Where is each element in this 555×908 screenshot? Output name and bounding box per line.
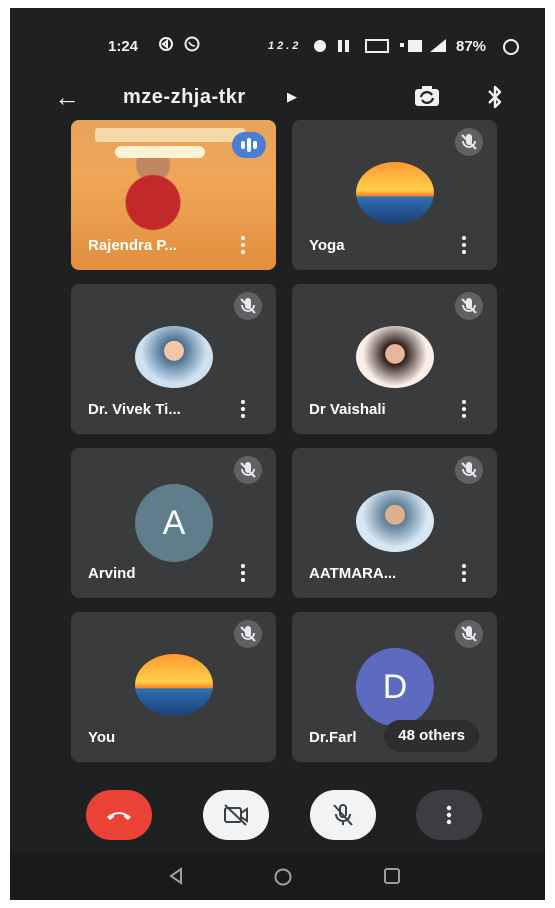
avatar xyxy=(356,490,434,552)
mic-off-icon xyxy=(234,456,262,484)
camera-toggle-button[interactable] xyxy=(203,790,269,840)
signal-icons xyxy=(314,38,447,53)
phone-screen: 1:24 12.2 87% ← mze-zhja-tkr ▶ Rajendra … xyxy=(10,8,545,900)
participant-name: Dr.Farl xyxy=(309,729,357,746)
status-app-icons xyxy=(158,36,204,56)
more-vertical-icon xyxy=(446,805,452,825)
phone-hangup-icon xyxy=(107,812,131,820)
participant-name: Rajendra P... xyxy=(88,237,177,254)
more-vertical-icon[interactable] xyxy=(461,236,467,256)
arrow-left-icon[interactable]: ← xyxy=(54,82,80,113)
more-vertical-icon[interactable] xyxy=(240,400,246,420)
more-vertical-icon[interactable] xyxy=(461,400,467,420)
speaking-indicator-icon xyxy=(232,132,266,158)
nav-back-icon[interactable] xyxy=(168,867,184,885)
others-count-chip[interactable]: 48 others xyxy=(384,720,479,752)
participant-tile-rajendra[interactable]: Rajendra P... xyxy=(71,120,276,270)
status-system-icons: 12.2 xyxy=(268,37,473,54)
participant-tile-vivek[interactable]: Dr. Vivek Ti... xyxy=(71,284,276,434)
camera-off-icon xyxy=(224,804,248,826)
mic-off-icon xyxy=(455,620,483,648)
status-time: 1:24 xyxy=(108,38,139,55)
avatar xyxy=(356,162,434,224)
avatar xyxy=(135,654,213,716)
nav-recents-icon[interactable] xyxy=(383,867,401,885)
more-vertical-icon[interactable] xyxy=(461,564,467,584)
participant-tile-arvind[interactable]: A Arvind xyxy=(71,448,276,598)
nav-home-icon[interactable] xyxy=(273,867,293,887)
status-bar: 1:24 12.2 87% xyxy=(10,8,545,76)
avatar: A xyxy=(135,484,213,562)
meeting-code[interactable]: mze-zhja-tkr xyxy=(123,86,246,109)
participant-tile-you[interactable]: You xyxy=(71,612,276,762)
participant-tile-dr-farl[interactable]: D Dr.Farl 48 others xyxy=(292,612,497,762)
video-banner xyxy=(95,128,245,142)
participant-name: Arvind xyxy=(88,565,136,582)
avatar xyxy=(356,326,434,388)
participant-name: Dr. Vivek Ti... xyxy=(88,401,181,418)
avatar xyxy=(135,326,213,388)
participant-name: Yoga xyxy=(309,237,345,254)
participant-tile-yoga[interactable]: Yoga xyxy=(292,120,497,270)
participant-name: Dr Vaishali xyxy=(309,401,386,418)
battery-icon xyxy=(503,39,519,55)
mic-off-icon xyxy=(333,804,353,826)
participant-tile-vaishali[interactable]: Dr Vaishali xyxy=(292,284,497,434)
camera-switch-icon[interactable] xyxy=(412,82,442,112)
more-vertical-icon[interactable] xyxy=(240,236,246,256)
avatar: D xyxy=(356,648,434,726)
caret-right-icon[interactable]: ▶ xyxy=(287,89,297,105)
more-vertical-icon[interactable] xyxy=(240,564,246,584)
participant-name: You xyxy=(88,729,116,746)
mic-off-icon xyxy=(234,620,262,648)
video-banner-sub xyxy=(115,146,205,158)
notification-icons xyxy=(159,36,200,52)
bluetooth-icon[interactable] xyxy=(484,82,506,112)
network-speed: 12.2 xyxy=(268,40,302,52)
participant-tile-aatmara[interactable]: AATMARA... xyxy=(292,448,497,598)
mic-off-icon xyxy=(455,128,483,156)
mic-off-icon xyxy=(455,292,483,320)
battery-percent: 87% xyxy=(456,38,487,55)
meeting-header: ← mze-zhja-tkr ▶ xyxy=(10,76,545,124)
call-controls xyxy=(10,776,545,846)
system-nav-bar xyxy=(10,853,545,900)
participant-name: AATMARA... xyxy=(309,565,397,582)
end-call-button[interactable] xyxy=(86,790,152,840)
more-options-button[interactable] xyxy=(416,790,482,840)
mic-off-icon xyxy=(234,292,262,320)
mic-off-icon xyxy=(455,456,483,484)
mic-toggle-button[interactable] xyxy=(310,790,376,840)
